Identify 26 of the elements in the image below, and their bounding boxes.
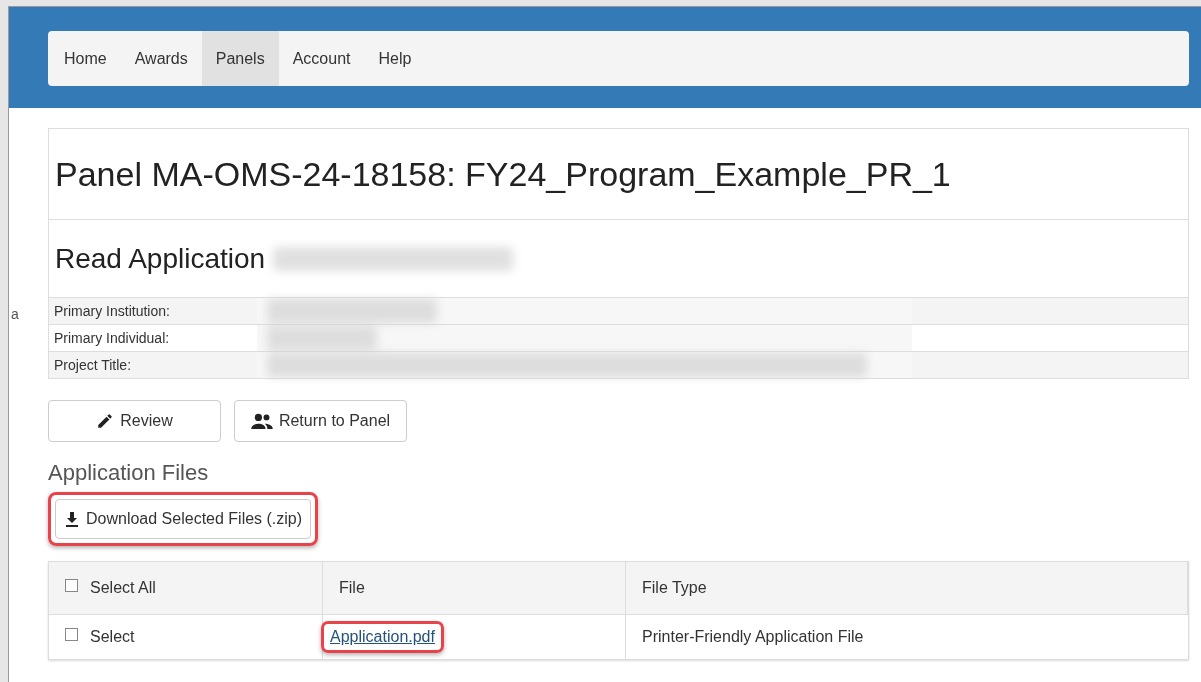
file-link[interactable]: Application.pdf (330, 628, 435, 645)
action-button[interactable]: Return to Panel (234, 400, 407, 442)
nav-tab[interactable]: Panels (201, 31, 279, 86)
info-label: Project Title: (53, 356, 133, 375)
panel-title: Panel MA-OMS-24-18158: FY24_Program_Example_PR_1 (55, 154, 951, 194)
files-heading: Application Files (48, 460, 210, 486)
nav-tab[interactable]: Home (50, 31, 121, 86)
pencil-icon (96, 412, 115, 430)
people-icon (250, 412, 273, 430)
column-header: Select All (90, 579, 156, 597)
column-header: File (339, 579, 365, 597)
checkbox[interactable] (65, 627, 78, 641)
nav-tab[interactable]: Awards (120, 31, 202, 86)
nav-tab[interactable]: Help (364, 31, 426, 86)
download-icon (64, 511, 80, 527)
table-cell: Printer-Friendly Application File (642, 628, 864, 646)
download-button[interactable]: Download Selected Files (.zip) (55, 499, 312, 539)
action-button[interactable]: Review (48, 400, 221, 442)
checkbox[interactable] (65, 578, 78, 592)
read-heading: Read Application (55, 242, 266, 275)
column-header: File Type (642, 579, 707, 597)
select-label: Select (90, 628, 135, 646)
info-label: Primary Institution: (53, 302, 171, 321)
info-label: Primary Individual: (53, 329, 171, 348)
nav-tab[interactable]: Account (278, 31, 365, 86)
edge-text: a (11, 306, 19, 322)
